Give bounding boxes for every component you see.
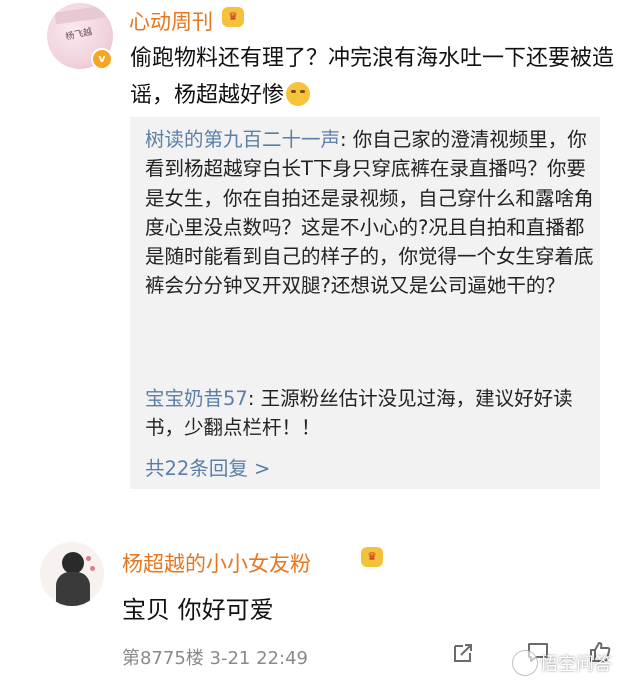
reply-text: : 你自己家的澄清视频里，你看到杨超越穿白长T下身只穿底裤在录直播吗？你要是女生… [145, 128, 594, 298]
post-author-name[interactable]: 心动周刊 [129, 6, 213, 36]
reply-item[interactable]: 树读的第九百二十一声: 你自己家的澄清视频里，你看到杨超越穿白长T下身只穿底裤在… [145, 125, 595, 301]
comment-meta: 第8775楼 3-21 22:49 [122, 648, 308, 669]
commenter-name[interactable]: 杨超越的小小女友粉 [122, 548, 311, 578]
post-text: 偷跑物料还有理了？冲完浪有海水吐一下还要被造谣，杨超越好惨 [130, 46, 615, 108]
watermark-logo-icon [512, 650, 538, 676]
avatar-decoration [54, 5, 106, 25]
reply-item[interactable]: 宝宝奶昔57: 王源粉丝估计没见过海，建议好好读书，少翻点栏杆！！ [145, 384, 595, 443]
crying-face-emoji [286, 82, 311, 106]
reply-user-link[interactable]: 树读的第九百二十一声 [145, 128, 340, 151]
share-icon[interactable] [452, 642, 474, 664]
avatar-decoration [86, 556, 91, 561]
view-more-replies-link[interactable]: 共22条回复 > [145, 452, 270, 481]
avatar-head [62, 552, 84, 574]
verified-v-icon: v [91, 48, 113, 70]
avatar-body [56, 572, 90, 606]
comment-text: 宝贝 你好可爱 [122, 596, 274, 624]
crown-badge-icon: ♛ [222, 7, 244, 27]
avatar-decoration [90, 566, 95, 571]
watermark: 悟空问答 [512, 650, 640, 676]
post-content: 偷跑物料还有理了？冲完浪有海水吐一下还要被造谣，杨超越好惨 [130, 40, 620, 114]
crown-badge-icon: ♛ [361, 547, 383, 567]
watermark-text: 悟空问答 [540, 654, 612, 675]
reply-user-link[interactable]: 宝宝奶昔57 [145, 387, 248, 410]
avatar-tag: 杨飞越 [64, 27, 94, 43]
commenter-avatar[interactable] [40, 542, 104, 606]
